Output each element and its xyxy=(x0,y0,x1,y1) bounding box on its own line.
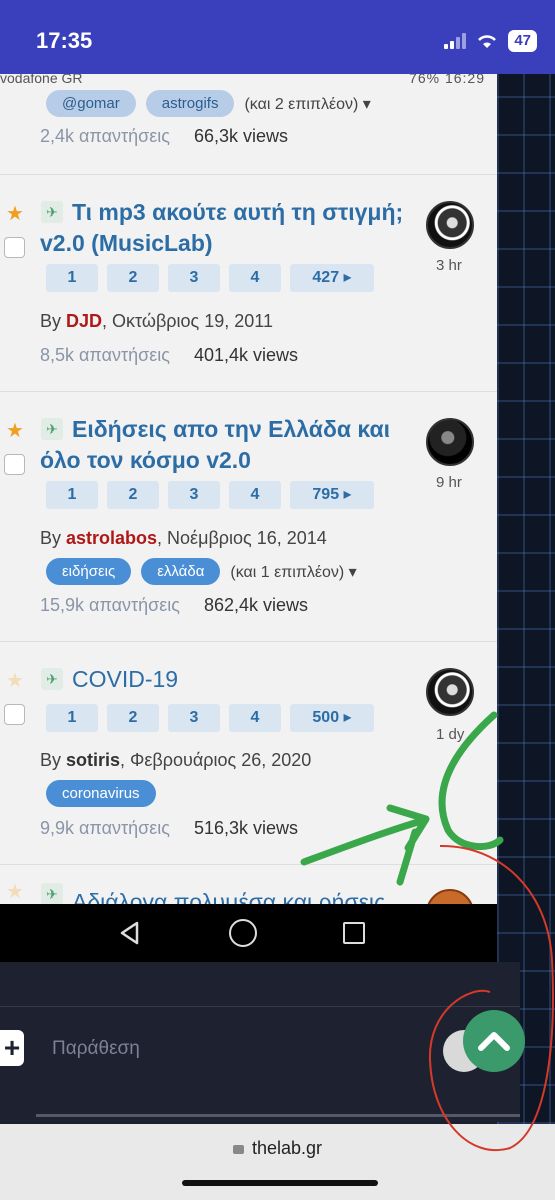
topic-stats: 15,9k απαντήσεις 862,4k views xyxy=(40,595,308,616)
page-links: 1 2 3 4 795 ▸ xyxy=(46,481,374,509)
topic-row: ★ ✈ Τι mp3 ακούτε αυτή τη στιγμή; v2.0 (… xyxy=(0,175,497,392)
topic-stats: 9,9k απαντήσεις 516,3k views xyxy=(40,818,298,839)
topic-stats: 2,4k απαντήσεις 66,3k views xyxy=(40,126,288,147)
page-link[interactable]: 2 xyxy=(107,481,159,509)
replies-count: 9,9k απαντήσεις xyxy=(40,818,170,838)
last-post-time: 1 dy xyxy=(436,726,465,743)
views-count: 401,4k views xyxy=(193,345,298,365)
last-post-time: 3 hr xyxy=(436,257,462,274)
views-count: 862,4k views xyxy=(203,595,309,615)
topic-byline: By sotiris, Φεβρουάριος 26, 2020 xyxy=(40,750,311,771)
url-text: thelab.gr xyxy=(251,1138,323,1158)
browser-bar: thelab.gr xyxy=(0,1124,555,1200)
lock-icon xyxy=(232,1145,244,1154)
page-link[interactable]: 1 xyxy=(46,704,98,732)
select-checkbox[interactable] xyxy=(4,704,25,725)
tag[interactable]: astrogifs xyxy=(145,90,235,117)
tag[interactable]: ελλάδα xyxy=(141,558,221,585)
last-page-link[interactable]: 500 ▸ xyxy=(290,704,374,732)
home-indicator xyxy=(182,1180,378,1186)
home-icon[interactable] xyxy=(229,919,257,947)
url-bar[interactable]: thelab.gr xyxy=(0,1138,555,1159)
page-link[interactable]: 1 xyxy=(46,481,98,509)
page-links: 1 2 3 4 427 ▸ xyxy=(46,264,374,292)
forum-screenshot: vodafone GR 76% 16:29 @gomar astrogifs (… xyxy=(0,74,497,904)
topic-row: ★ ✈ Ειδήσεις απο την Ελλάδα και όλο τον … xyxy=(0,392,497,642)
signal-icon xyxy=(444,33,467,49)
page-link[interactable]: 4 xyxy=(229,704,281,732)
star-icon[interactable]: ★ xyxy=(6,879,24,904)
quote-input[interactable]: Παράθεση xyxy=(52,1038,140,1060)
page-link[interactable]: 3 xyxy=(168,704,220,732)
star-icon[interactable]: ★ xyxy=(6,201,24,226)
page-link[interactable]: 4 xyxy=(229,264,281,292)
topic-title[interactable]: Τι mp3 ακούτε αυτή τη στιγμή; v2.0 (Musi… xyxy=(40,197,410,259)
topic-tags: ειδήσεις ελλάδα (και 1 επιπλέον) ▾ xyxy=(46,558,357,585)
page-link[interactable]: 1 xyxy=(46,264,98,292)
page-link[interactable]: 3 xyxy=(168,264,220,292)
topic-title[interactable]: COVID-19 xyxy=(40,664,410,695)
page-link[interactable]: 4 xyxy=(229,481,281,509)
battery-icon: 47 xyxy=(508,30,537,52)
by-label: By xyxy=(40,750,67,770)
scrollbar xyxy=(36,1114,520,1117)
status-time: 17:35 xyxy=(36,28,93,53)
scroll-to-top-button[interactable] xyxy=(463,1010,525,1072)
page-links: 1 2 3 4 500 ▸ xyxy=(46,704,374,732)
topic-byline: By DJD, Οκτώβριος 19, 2011 xyxy=(40,311,273,332)
topic-row: ★ ✈ Αδιάλογα πολυμέσα και ρήσεις xyxy=(0,865,497,904)
topic-row: ★ ✈ COVID-19 1 2 3 4 500 ▸ By sotiris, Φ… xyxy=(0,642,497,865)
topic-date: , Νοέμβριος 16, 2014 xyxy=(157,528,327,548)
topic-title[interactable]: Αδιάλογα πολυμέσα και ρήσεις xyxy=(40,887,410,904)
select-checkbox[interactable] xyxy=(4,454,25,475)
page-link[interactable]: 2 xyxy=(107,704,159,732)
android-navigation-bar xyxy=(0,904,497,962)
by-label: By xyxy=(40,528,67,548)
replies-count: 2,4k απαντήσεις xyxy=(40,126,170,146)
topic-tags: coronavirus xyxy=(46,780,156,807)
author-link[interactable]: DJD xyxy=(66,311,102,331)
ios-status-bar: 17:35 47 xyxy=(0,0,555,74)
wifi-icon xyxy=(478,35,497,48)
back-icon[interactable] xyxy=(116,919,144,947)
select-checkbox[interactable] xyxy=(4,237,25,258)
tag[interactable]: coronavirus xyxy=(46,780,156,807)
last-post-time: 9 hr xyxy=(436,474,462,491)
status-indicators: 47 xyxy=(444,30,537,52)
star-icon[interactable]: ★ xyxy=(6,668,24,693)
more-tags-toggle[interactable]: (και 2 επιπλέον) ▾ xyxy=(244,94,370,114)
author-link[interactable]: sotiris xyxy=(66,750,120,770)
more-tags-toggle[interactable]: (και 1 επιπλέον) ▾ xyxy=(230,562,356,582)
recent-apps-icon[interactable] xyxy=(343,922,365,944)
topic-title[interactable]: Ειδήσεις απο την Ελλάδα και όλο τον κόσμ… xyxy=(40,414,410,476)
views-count: 66,3k views xyxy=(193,126,288,146)
views-count: 516,3k views xyxy=(193,818,298,838)
replies-count: 15,9k απαντήσεις xyxy=(40,595,180,615)
topic-date: , Οκτώβριος 19, 2011 xyxy=(102,311,273,331)
avatar[interactable] xyxy=(426,418,474,466)
by-label: By xyxy=(40,311,67,331)
last-page-link[interactable]: 427 ▸ xyxy=(290,264,374,292)
topic-date: , Φεβρουάριος 26, 2020 xyxy=(120,750,312,770)
tag[interactable]: ειδήσεις xyxy=(46,558,132,585)
replies-count: 8,5k απαντήσεις xyxy=(40,345,170,365)
page-link[interactable]: 3 xyxy=(168,481,220,509)
topic-row: @gomar astrogifs (και 2 επιπλέον) ▾ 2,4k… xyxy=(0,74,497,175)
page-link[interactable]: 2 xyxy=(107,264,159,292)
topic-stats: 8,5k απαντήσεις 401,4k views xyxy=(40,345,298,366)
chevron-up-icon xyxy=(478,1032,510,1051)
last-page-link[interactable]: 795 ▸ xyxy=(290,481,374,509)
topic-byline: By astrolabos, Νοέμβριος 16, 2014 xyxy=(40,528,327,549)
star-icon[interactable]: ★ xyxy=(6,418,24,443)
author-link[interactable]: astrolabos xyxy=(66,528,157,548)
add-button[interactable]: + xyxy=(0,1030,24,1066)
avatar[interactable] xyxy=(426,889,474,904)
topic-tags: @gomar astrogifs (και 2 επιπλέον) ▾ xyxy=(46,90,371,117)
avatar[interactable] xyxy=(426,201,474,249)
divider xyxy=(0,1006,520,1007)
avatar[interactable] xyxy=(426,668,474,716)
tag[interactable]: @gomar xyxy=(46,90,136,117)
